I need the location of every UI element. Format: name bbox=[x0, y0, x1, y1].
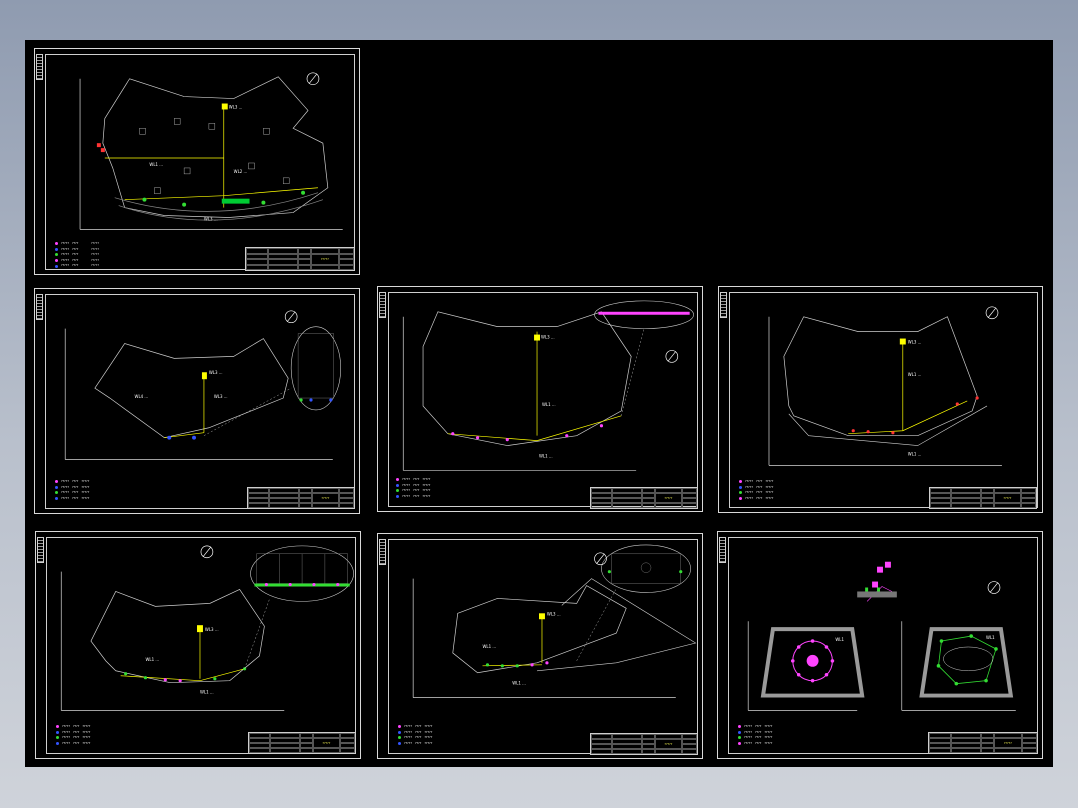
drawing-sheet-1[interactable]: WL3 ... WL1 ... WL2 ... WL3 ... ????????… bbox=[34, 48, 360, 275]
svg-text:WL3 ...: WL3 ... bbox=[205, 627, 219, 632]
title-block-title: ????? bbox=[993, 493, 1022, 503]
svg-text:WL1: WL1 bbox=[986, 635, 995, 640]
drawing-sheet-4[interactable]: WL3 ... WL1 ... WL1 ... ?????????????? ?… bbox=[718, 286, 1043, 513]
title-block-title: ????? bbox=[311, 493, 340, 503]
title-block: ????? bbox=[928, 732, 1038, 754]
drawing-sheet-2[interactable]: WL3 ... WL4 ... WL3 ... ?????????????? ?… bbox=[34, 288, 360, 514]
legend: ?????????????? ?????????????? ??????????… bbox=[55, 241, 99, 269]
cad-drawing-canvas[interactable]: WL3 ... WL1 ... WL2 ... WL3 ... ????????… bbox=[25, 40, 1053, 767]
drawing-sheet-5[interactable]: WL3 ... WL1 ... WL1 ... ?????????????? ?… bbox=[35, 531, 361, 759]
circuit-label: WL3 ... bbox=[204, 216, 218, 221]
svg-text:WL1 ...: WL1 ... bbox=[483, 644, 497, 649]
drawing-sheet-6[interactable]: WL3 ... WL1 ... WL1 ... ?????????????? ?… bbox=[377, 533, 703, 759]
svg-text:WL3 ...: WL3 ... bbox=[541, 335, 555, 340]
circuit-label: WL2 ... bbox=[234, 169, 248, 174]
svg-text:WL1 ...: WL1 ... bbox=[539, 453, 553, 458]
svg-text:WL1 ...: WL1 ... bbox=[542, 402, 556, 407]
svg-text:WL1 ...: WL1 ... bbox=[145, 657, 159, 662]
svg-text:WL1 ...: WL1 ... bbox=[200, 690, 214, 695]
svg-text:WL1 ...: WL1 ... bbox=[908, 452, 922, 457]
legend: ?????????????? ?????????????? ??????????… bbox=[739, 479, 773, 501]
title-block: ????? bbox=[248, 732, 356, 754]
svg-text:WL4 ...: WL4 ... bbox=[135, 394, 149, 399]
circuit-label: WL1 ... bbox=[149, 162, 163, 167]
title-block: ????? bbox=[590, 487, 698, 509]
svg-text:WL3 ...: WL3 ... bbox=[209, 370, 223, 375]
svg-text:WL3 ...: WL3 ... bbox=[547, 611, 561, 616]
title-block: ????? bbox=[590, 733, 698, 755]
svg-text:WL1 ...: WL1 ... bbox=[908, 372, 922, 377]
svg-text:WL1: WL1 bbox=[835, 637, 844, 642]
title-block: ????? bbox=[929, 487, 1037, 509]
title-block-title: ????? bbox=[310, 253, 339, 265]
legend: ?????????????? ?????????????? ??????????… bbox=[738, 724, 772, 746]
circuit-label: WL3 ... bbox=[229, 104, 243, 109]
detail-callout bbox=[601, 544, 691, 593]
detail-callout bbox=[290, 326, 342, 411]
title-block-title: ????? bbox=[993, 738, 1022, 748]
svg-text:WL3 ...: WL3 ... bbox=[214, 394, 228, 399]
drawing-sheet-3[interactable]: WL3 ... WL1 ... WL1 ... ?????????????? ?… bbox=[377, 286, 703, 512]
title-block-title: ????? bbox=[654, 493, 683, 503]
svg-text:WL1 ...: WL1 ... bbox=[512, 681, 526, 686]
title-block: ????? bbox=[247, 487, 355, 509]
svg-text:WL3 ...: WL3 ... bbox=[908, 339, 922, 344]
title-block: ????? bbox=[245, 247, 355, 271]
legend: ?????????????? ?????????????? ??????????… bbox=[396, 477, 430, 499]
drawing-sheet-7[interactable]: WL1 WL1 ?????????????? ?????????????? ??… bbox=[717, 531, 1043, 759]
title-block-title: ????? bbox=[654, 739, 683, 749]
legend: ?????????????? ?????????????? ??????????… bbox=[398, 724, 432, 746]
legend: ?????????????? ?????????????? ??????????… bbox=[55, 479, 89, 501]
legend: ?????????????? ?????????????? ??????????… bbox=[56, 724, 90, 746]
title-block-title: ????? bbox=[312, 738, 341, 748]
